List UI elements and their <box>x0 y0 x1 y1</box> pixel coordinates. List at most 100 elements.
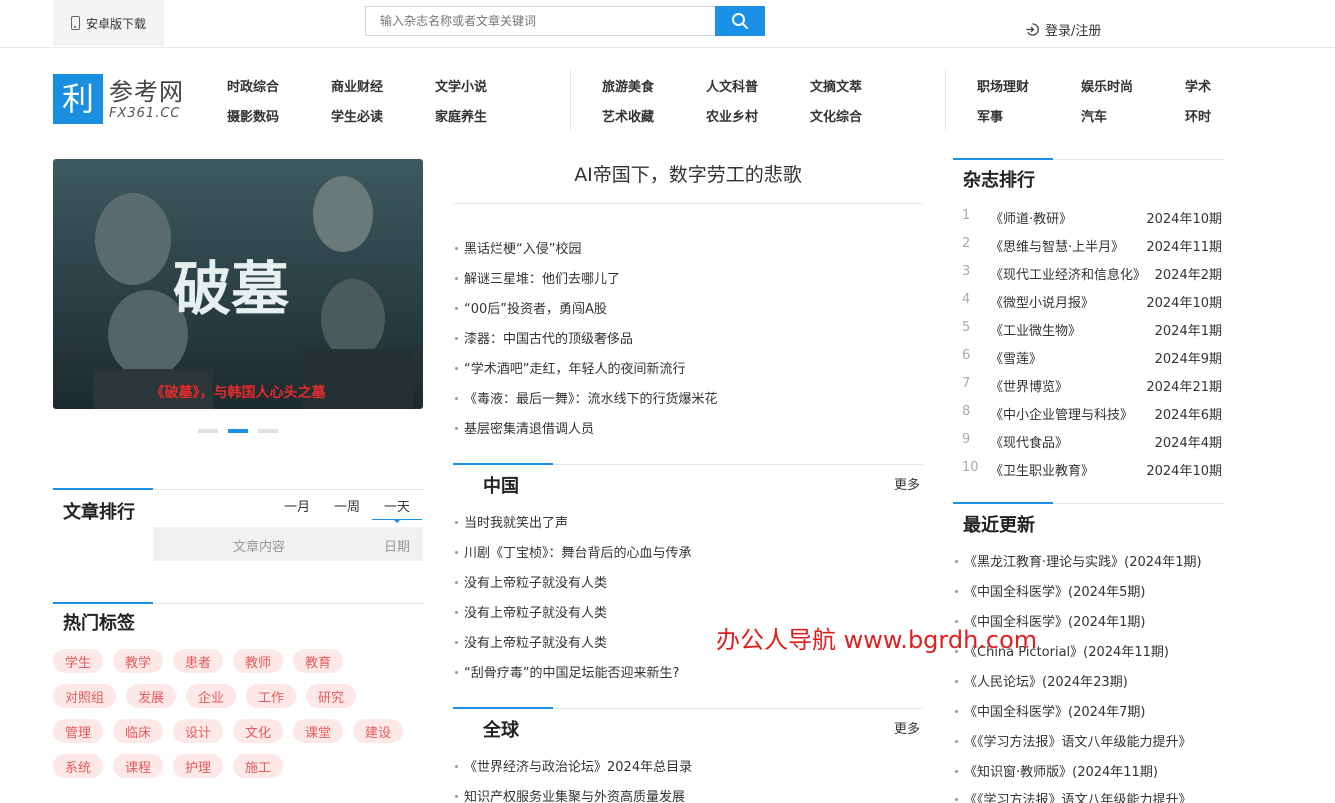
search-input[interactable] <box>365 6 715 36</box>
list-item[interactable]: 没有上帝粒子就没有人类 <box>455 572 607 591</box>
nav-item[interactable]: 旅游美食 <box>602 76 654 95</box>
list-item[interactable]: 黑话烂梗“入侵”校园 <box>455 238 581 257</box>
nav-item[interactable]: 文摘文萃 <box>810 76 862 95</box>
section-accent <box>453 707 553 709</box>
android-download-link[interactable]: 安卓版下载 <box>53 0 164 46</box>
magazine-issue: 2024年6期 <box>1154 408 1222 423</box>
nav-item[interactable]: 汽车 <box>1081 106 1107 125</box>
list-item[interactable]: 漆器：中国古代的顶级奢侈品 <box>455 328 633 347</box>
magazine-issue: 2024年21期 <box>1146 380 1222 395</box>
list-item-text: 《世界经济与政治论坛》2024年总目录 <box>464 760 693 775</box>
tag[interactable]: 教育 <box>293 649 344 673</box>
carousel-dot-active[interactable] <box>228 429 248 433</box>
tag[interactable]: 设计 <box>173 719 224 743</box>
section-accent <box>953 502 1053 504</box>
bullet-icon <box>955 798 958 801</box>
list-item[interactable]: 《《学习方法报》语文八年级能力提升》 <box>955 731 1192 750</box>
bullet-icon <box>455 641 458 644</box>
global-more-link[interactable]: 更多 <box>894 718 920 737</box>
list-item[interactable]: 知识产权服务业集聚与外资高质量发展 <box>455 786 685 803</box>
tag[interactable]: 临床 <box>113 719 164 743</box>
nav-item[interactable]: 农业乡村 <box>706 106 758 125</box>
nav-item[interactable]: 娱乐时尚 <box>1081 76 1133 95</box>
list-item[interactable]: 解谜三星堆：他们去哪儿了 <box>455 268 620 287</box>
tag[interactable]: 管理 <box>53 719 104 743</box>
list-item[interactable]: 《中国全科医学》(2024年7期) <box>955 701 1146 720</box>
tag[interactable]: 文化 <box>233 719 284 743</box>
magazine-name: 《卫生职业教育》 <box>990 464 1095 479</box>
banner-carousel[interactable]: 破墓 《破墓》，与韩国人心头之墓 <box>53 159 423 409</box>
bullet-icon <box>455 671 458 674</box>
tag[interactable]: 施工 <box>233 754 284 778</box>
magazine-name: 《世界博览》 <box>990 380 1069 395</box>
banner-image: 破墓 《破墓》，与韩国人心头之墓 <box>53 159 423 409</box>
list-item[interactable]: 《人民论坛》(2024年23期) <box>955 671 1128 690</box>
nav-item[interactable]: 环时 <box>1185 106 1211 125</box>
list-item[interactable]: “学术酒吧”走红，年轻人的夜间新流行 <box>455 358 685 377</box>
list-item[interactable]: “00后”投资者，勇闯A股 <box>455 298 607 317</box>
nav-item[interactable]: 军事 <box>977 106 1003 125</box>
nav-item[interactable]: 文学小说 <box>435 76 487 95</box>
tag[interactable]: 学生 <box>53 649 104 673</box>
tag[interactable]: 教师 <box>233 649 284 673</box>
list-item[interactable]: 川剧《丁宝桢》：舞台背后的心血与传承 <box>455 542 692 561</box>
bullet-icon <box>455 367 458 370</box>
nav-item[interactable]: 摄影数码 <box>227 106 279 125</box>
nav-item[interactable]: 商业财经 <box>331 76 383 95</box>
list-item-text: “学术酒吧”走红，年轻人的夜间新流行 <box>464 362 686 377</box>
list-item[interactable]: 没有上帝粒子就没有人类 <box>455 602 607 621</box>
tab-day[interactable]: 一天 <box>384 496 410 515</box>
list-item[interactable]: 《毒液：最后一舞》：流水线下的行货爆米花 <box>455 388 718 407</box>
tag[interactable]: 患者 <box>173 649 224 673</box>
site-logo[interactable]: 利 参考网 FX361.CC <box>53 74 193 126</box>
list-item[interactable]: 当时我就笑出了声 <box>455 512 568 531</box>
list-item[interactable]: 《黑龙江教育·理论与实践》(2024年1期) <box>955 551 1202 570</box>
article-rank-title: 文章排行 <box>63 502 135 523</box>
tab-week[interactable]: 一周 <box>334 496 360 515</box>
list-item-text: 《黑龙江教育·理论与实践》(2024年1期) <box>964 555 1202 570</box>
list-item[interactable]: 《知识窗·教师版》(2024年11期) <box>955 761 1158 780</box>
nav-item[interactable]: 家庭养生 <box>435 106 487 125</box>
rank-table-header: 文章内容 日期 <box>153 527 423 561</box>
carousel-dot[interactable] <box>198 429 218 433</box>
list-item[interactable]: 没有上帝粒子就没有人类 <box>455 632 607 651</box>
tag[interactable]: 课程 <box>113 754 164 778</box>
nav-item[interactable]: 学术 <box>1185 76 1211 95</box>
tab-month[interactable]: 一月 <box>284 496 310 515</box>
list-item-text: 漆器：中国古代的顶级奢侈品 <box>464 332 634 347</box>
list-item[interactable]: 《世界经济与政治论坛》2024年总目录 <box>455 756 692 775</box>
bullet-icon <box>455 397 458 400</box>
list-item-text: 没有上帝粒子就没有人类 <box>464 636 608 651</box>
tag[interactable]: 护理 <box>173 754 224 778</box>
tag[interactable]: 对照组 <box>53 684 117 708</box>
tag[interactable]: 教学 <box>113 649 164 673</box>
china-more-link[interactable]: 更多 <box>894 474 920 493</box>
list-item-text: 《中国全科医学》(2024年7期) <box>964 705 1146 720</box>
list-item[interactable]: 《中国全科医学》(2024年5期) <box>955 581 1146 600</box>
nav-item[interactable]: 时政综合 <box>227 76 279 95</box>
carousel-dot[interactable] <box>258 429 278 433</box>
login-register-link[interactable]: 登录/注册 <box>1025 20 1101 39</box>
tag[interactable]: 建设 <box>353 719 404 743</box>
tag[interactable]: 企业 <box>186 684 237 708</box>
list-item[interactable]: 《《学习方法报》语文八年级能力提升》 <box>955 789 1192 803</box>
tag[interactable]: 工作 <box>246 684 297 708</box>
tag[interactable]: 研究 <box>306 684 357 708</box>
tag[interactable]: 课堂 <box>293 719 344 743</box>
nav-divider <box>570 70 571 130</box>
nav-item[interactable]: 人文科普 <box>706 76 758 95</box>
nav-item[interactable]: 文化综合 <box>810 106 862 125</box>
watermark-text: 办公人导航 www.bgrdh.com <box>716 626 1038 654</box>
col-date: 日期 <box>384 540 411 555</box>
nav-item[interactable]: 艺术收藏 <box>602 106 654 125</box>
nav-item[interactable]: 学生必读 <box>331 106 383 125</box>
list-item[interactable]: “刮骨疗毒”的中国足坛能否迎来新生? <box>455 662 679 681</box>
bullet-icon <box>955 770 958 773</box>
featured-headline[interactable]: AI帝国下，数字劳工的悲歌 <box>453 160 923 187</box>
tag[interactable]: 发展 <box>126 684 177 708</box>
nav-item[interactable]: 职场理财 <box>977 76 1029 95</box>
list-item[interactable]: 基层密集清退借调人员 <box>455 418 594 437</box>
rank-number: 2 <box>962 236 971 251</box>
tag[interactable]: 系统 <box>53 754 104 778</box>
search-button[interactable] <box>715 6 765 36</box>
